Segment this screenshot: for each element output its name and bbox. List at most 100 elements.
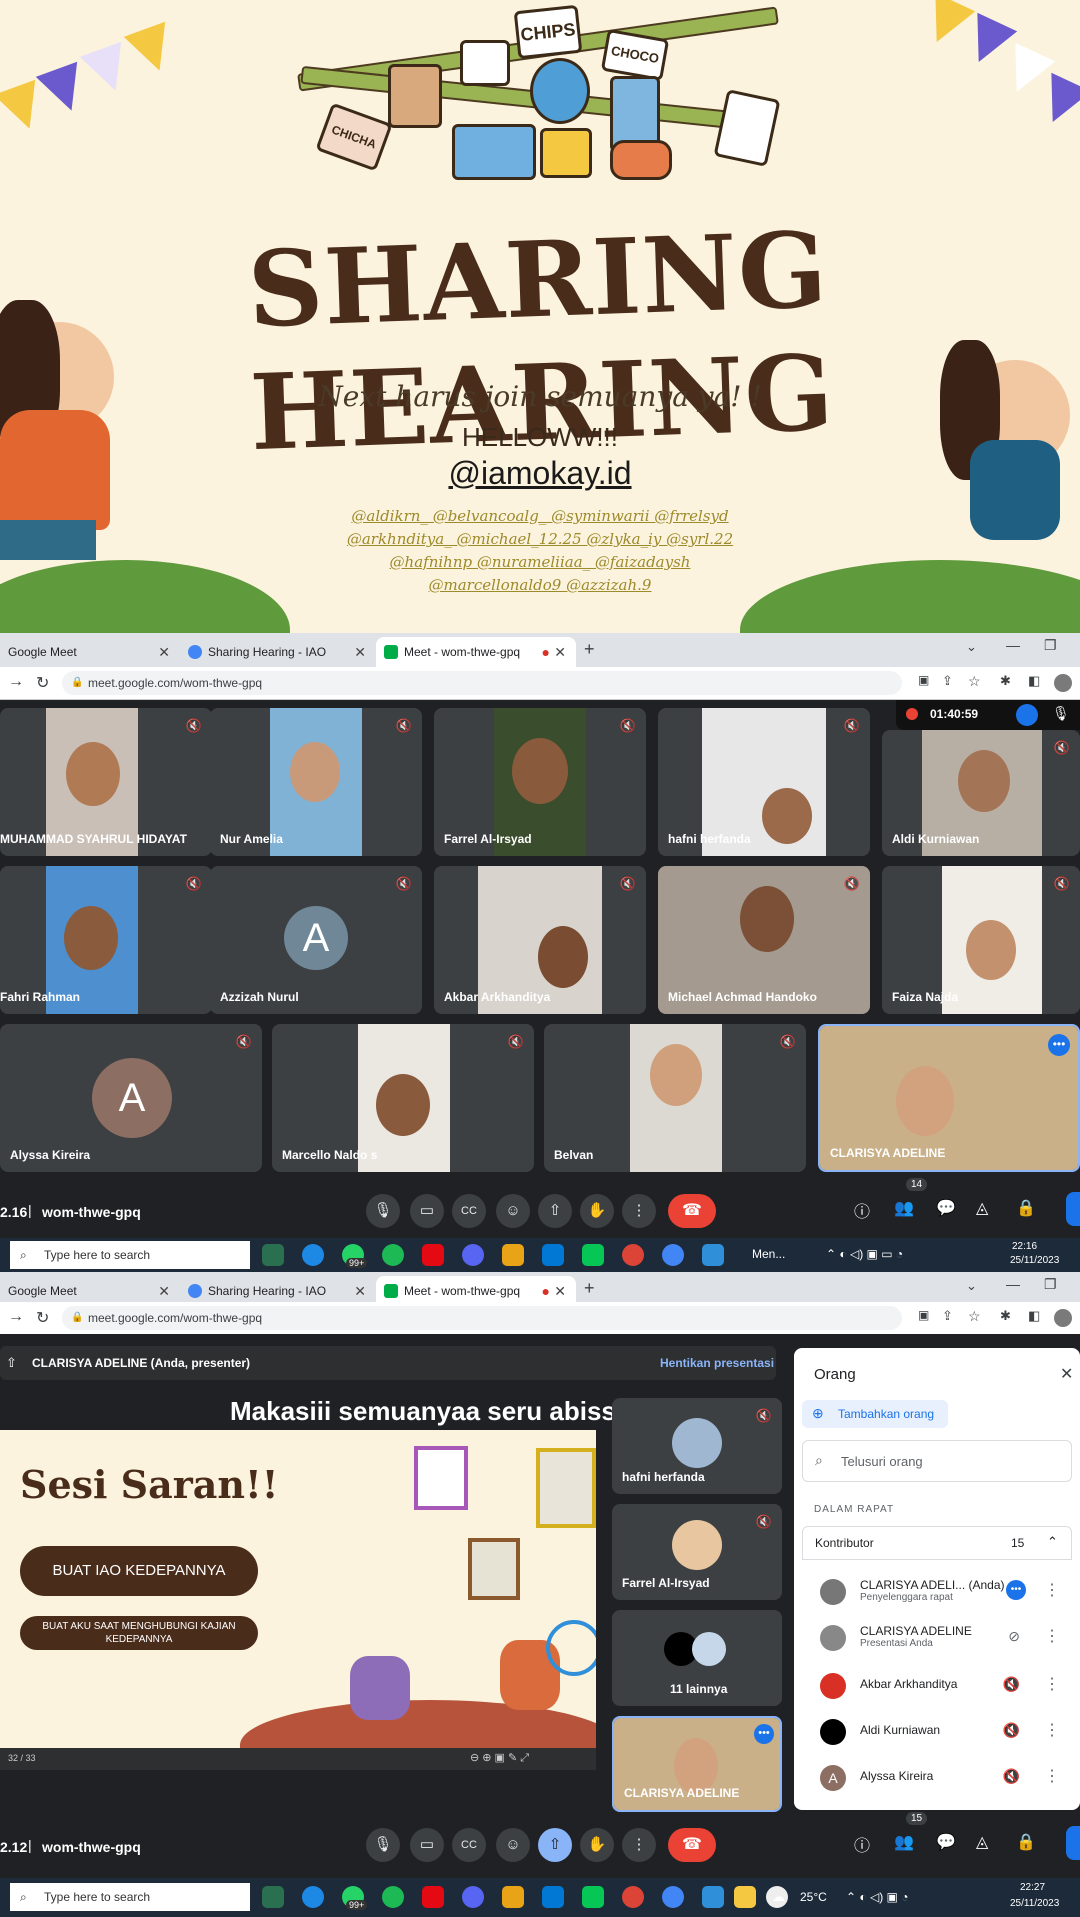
tab-meet-active[interactable]: Meet - wom-thwe-gpq ● ✕ — [376, 637, 576, 667]
participant-tile[interactable]: 🔇 Michael Achmad Handoko — [658, 866, 870, 1014]
minimize-icon[interactable]: — — [1006, 637, 1020, 653]
sidepanel-icon[interactable]: ◧ — [1028, 673, 1040, 689]
close-icon[interactable]: ✕ — [354, 637, 366, 667]
captions-button[interactable]: CC — [452, 1194, 486, 1228]
cast-icon[interactable]: ▣ — [918, 673, 929, 687]
forward-icon[interactable]: → — [8, 673, 24, 691]
chrome-icon[interactable] — [622, 1244, 644, 1266]
chat-icon[interactable]: 💬 — [936, 1198, 956, 1218]
participant-tile[interactable]: A 🔇 Azzizah Nurul — [210, 866, 422, 1014]
camera-button[interactable]: ▭ — [410, 1194, 444, 1228]
more-options-icon[interactable]: ••• — [754, 1724, 774, 1744]
cast-icon[interactable]: ▣ — [918, 1308, 929, 1322]
system-tray-icons[interactable]: ⌃ ◐ ◁) ▣ ◔ — [846, 1890, 908, 1904]
contributors-group[interactable]: Kontributor 15 ⌃ — [802, 1526, 1072, 1560]
person-row[interactable]: CLARISYA ADELI... (Anda) Penyelenggara r… — [794, 1570, 1080, 1610]
discord-icon[interactable] — [462, 1886, 484, 1908]
participant-tile[interactable]: 🔇 Belvan — [544, 1024, 806, 1172]
info-icon[interactable]: ⓘ — [854, 1198, 870, 1222]
present-button[interactable]: ⇧ — [538, 1828, 572, 1862]
participant-tile[interactable]: 🔇 Fahri Rahman — [0, 866, 212, 1014]
search-people-input[interactable]: ⌕ Telusuri orang — [802, 1440, 1072, 1482]
host-controls-icon[interactable]: 🔒 — [1016, 1198, 1036, 1218]
mic-button[interactable]: 🎙 — [366, 1828, 400, 1862]
side-action-button[interactable] — [1066, 1826, 1080, 1860]
side-action-button[interactable] — [1066, 1192, 1080, 1226]
line-icon[interactable] — [582, 1886, 604, 1908]
person-row[interactable]: CLARISYA ADELINE Presentasi Anda ⊘ ⋮ — [794, 1616, 1080, 1656]
url-field[interactable]: 🔒 meet.google.com/wom-thwe-gpq — [62, 671, 902, 695]
chrome-icon[interactable] — [662, 1244, 684, 1266]
info-icon[interactable]: ⓘ — [854, 1832, 870, 1856]
participant-tile[interactable]: 🔇 Akbar Arkhanditya — [434, 866, 646, 1014]
netflix-icon[interactable] — [422, 1244, 444, 1266]
restore-icon[interactable]: ❐ — [1044, 637, 1057, 654]
people-icon[interactable]: 👥 — [894, 1832, 914, 1852]
person-row[interactable]: Akbar Arkhanditya 🔇 ⋮ — [794, 1664, 1080, 1704]
chrome-icon[interactable] — [622, 1886, 644, 1908]
tab-search-icon[interactable]: ⌄ — [966, 639, 977, 655]
netflix-icon[interactable] — [422, 1886, 444, 1908]
reload-icon[interactable]: ↻ — [36, 673, 49, 693]
more-options-icon[interactable]: ••• — [1048, 1034, 1070, 1056]
participant-tile[interactable]: 🔇 Nur Amelia — [210, 708, 422, 856]
bookmark-star-icon[interactable]: ☆ — [968, 673, 981, 690]
people-icon[interactable]: 👥 — [894, 1198, 914, 1218]
profile-avatar[interactable] — [1054, 1309, 1072, 1327]
mic-button[interactable]: 🎙 — [366, 1194, 400, 1228]
emoji-button[interactable]: ☺ — [496, 1194, 530, 1228]
url-field[interactable]: 🔒 meet.google.com/wom-thwe-gpq — [62, 1306, 902, 1330]
others-tile[interactable]: 11 lainnya — [612, 1610, 782, 1706]
mic-icon[interactable]: 🎙 — [1052, 705, 1070, 722]
profile-avatar[interactable] — [1054, 674, 1072, 692]
app-icon[interactable] — [702, 1244, 724, 1266]
vscode-icon[interactable] — [542, 1886, 564, 1908]
more-options-button[interactable]: ⋮ — [622, 1194, 656, 1228]
close-icon[interactable]: ✕ — [158, 637, 170, 667]
close-icon[interactable]: ✕ — [554, 637, 566, 667]
participant-tile[interactable]: 🔇 Aldi Kurniawan — [882, 730, 1080, 856]
participant-tile[interactable]: 🔇 Farrel Al-Irsyad — [612, 1504, 782, 1600]
file-explorer-icon[interactable] — [734, 1886, 756, 1908]
stop-recording-button[interactable] — [1016, 704, 1038, 726]
participant-tile[interactable]: 🔇 Faiza Najda — [882, 866, 1080, 1014]
spotify-icon[interactable] — [382, 1244, 404, 1266]
camera-button[interactable]: ▭ — [410, 1828, 444, 1862]
edge-icon[interactable] — [302, 1244, 324, 1266]
more-options-button[interactable]: ⋮ — [622, 1828, 656, 1862]
more-vert-icon[interactable]: ⋮ — [1044, 1766, 1060, 1786]
tab-google-meet[interactable]: Google Meet ✕ — [0, 637, 180, 667]
chevron-up-icon[interactable]: ⌃ — [1047, 1534, 1058, 1550]
present-button[interactable]: ⇧ — [538, 1194, 572, 1228]
task-view-icon[interactable] — [262, 1886, 284, 1908]
taskbar-search[interactable]: ⌕ Type here to search — [10, 1241, 250, 1269]
spotify-icon[interactable] — [382, 1886, 404, 1908]
stop-presenting-button[interactable]: Hentikan presentasi — [660, 1356, 774, 1370]
new-tab-icon[interactable]: + — [584, 1278, 595, 1299]
sublime-icon[interactable] — [502, 1244, 524, 1266]
more-vert-icon[interactable]: ⋮ — [1044, 1580, 1060, 1600]
reload-icon[interactable]: ↻ — [36, 1308, 49, 1328]
tab-sharing-hearing[interactable]: Sharing Hearing - IAO ✕ — [180, 637, 376, 667]
task-view-icon[interactable] — [262, 1244, 284, 1266]
tab-search-icon[interactable]: ⌄ — [966, 1278, 977, 1294]
edge-icon[interactable] — [302, 1886, 324, 1908]
bookmark-star-icon[interactable]: ☆ — [968, 1308, 981, 1325]
taskbar-app-label[interactable]: Men... — [752, 1247, 785, 1261]
extensions-icon[interactable]: ✱ — [1000, 1308, 1011, 1324]
taskbar-search[interactable]: ⌕ Type here to search — [10, 1883, 250, 1911]
end-call-button[interactable]: ☎ — [668, 1828, 716, 1862]
line-icon[interactable] — [582, 1244, 604, 1266]
add-people-button[interactable]: ⊕ Tambahkan orang — [802, 1400, 948, 1428]
person-row[interactable]: Aldi Kurniawan 🔇 ⋮ — [794, 1710, 1080, 1750]
self-view-tile[interactable]: ••• CLARISYA ADELINE — [818, 1024, 1080, 1172]
captions-button[interactable]: CC — [452, 1828, 486, 1862]
more-vert-icon[interactable]: ⋮ — [1044, 1720, 1060, 1740]
system-tray-icons[interactable]: ⌃ ◐ ◁) ▣ ▭ ◔ — [826, 1247, 903, 1261]
participant-tile[interactable]: 🔇 Farrel Al-Irsyad — [434, 708, 646, 856]
sidepanel-icon[interactable]: ◧ — [1028, 1308, 1040, 1324]
activities-icon[interactable]: ◬ — [976, 1832, 988, 1852]
share-icon[interactable]: ⇪ — [942, 1308, 953, 1324]
participant-tile[interactable]: 🔇 MUHAMMAD SYAHRUL HIDAYAT — [0, 708, 212, 856]
minimize-icon[interactable]: — — [1006, 1276, 1020, 1292]
